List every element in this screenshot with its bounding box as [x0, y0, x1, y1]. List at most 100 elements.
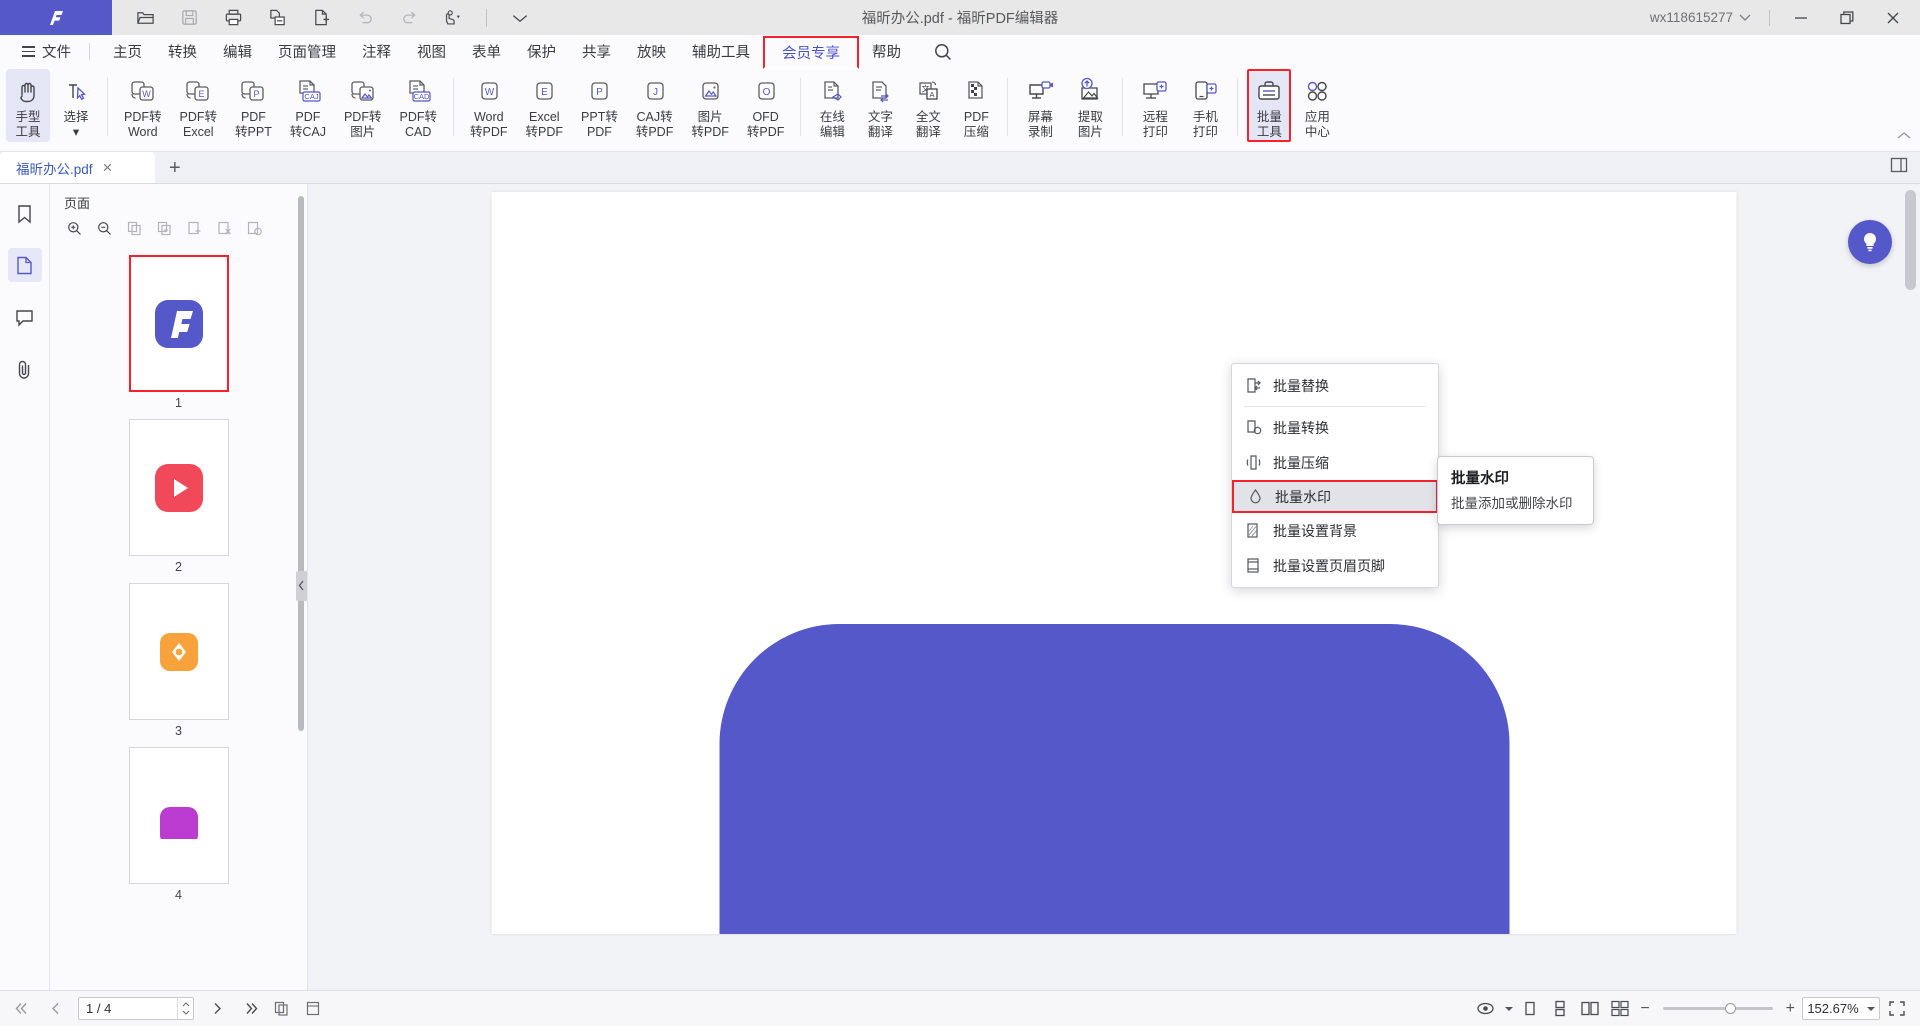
ribbon-button-excel-to-pdf[interactable]: E Excel 转PDF — [519, 69, 571, 142]
thumbnail-scrollbar[interactable] — [298, 196, 304, 731]
split-view-icon[interactable] — [1890, 156, 1920, 183]
close-button[interactable] — [1870, 0, 1916, 35]
menu-item-batch-header-footer[interactable]: 批量设置页眉页脚 — [1232, 548, 1438, 583]
ribbon-button-pdf-to-caj[interactable]: CAJ PDF 转CAJ — [283, 69, 333, 142]
ribbon-button-remote-print[interactable]: 远程 打印 — [1132, 69, 1178, 142]
print-icon[interactable] — [218, 4, 248, 32]
read-mode-icon[interactable] — [1472, 996, 1498, 1022]
copy-page-icon[interactable] — [122, 217, 147, 240]
thumbnail-image[interactable] — [129, 583, 229, 720]
save-icon[interactable] — [174, 4, 204, 32]
fit-width-icon[interactable] — [300, 996, 326, 1022]
zoom-in-button[interactable]: + — [1783, 1000, 1798, 1018]
ribbon-button-screen-record[interactable]: 屏幕 录制 — [1017, 69, 1063, 142]
fullscreen-icon[interactable] — [1884, 996, 1910, 1022]
ribbon-button-extract-image[interactable]: 提取 图片 — [1067, 69, 1113, 142]
tips-bulb-button[interactable] — [1848, 220, 1892, 264]
new-file-icon[interactable] — [306, 4, 336, 32]
menu-item-batch-watermark[interactable]: 批量水印 — [1232, 480, 1438, 513]
menu-item-vip[interactable]: 会员专享 — [763, 36, 859, 69]
viewer-scrollbar[interactable] — [1905, 190, 1916, 290]
page-number-input[interactable] — [79, 1001, 177, 1016]
collapse-panel-handle[interactable] — [296, 571, 307, 601]
ribbon-button-hand-tool[interactable]: 手型 工具 — [6, 69, 50, 142]
menu-item-assist-tools[interactable]: 辅助工具 — [679, 36, 763, 67]
menu-item-edit[interactable]: 编辑 — [210, 36, 265, 67]
ribbon-button-image-to-pdf[interactable]: 图片 转PDF — [684, 69, 736, 142]
fit-page-icon[interactable] — [268, 996, 294, 1022]
insert-page-icon[interactable] — [182, 217, 207, 240]
menu-item-view[interactable]: 视图 — [404, 36, 459, 67]
document-viewer[interactable] — [308, 184, 1920, 990]
ribbon-button-word-to-pdf[interactable]: W Word 转PDF — [463, 69, 515, 142]
ribbon-button-mobile-print[interactable]: 手机 打印 — [1182, 69, 1228, 142]
last-page-icon[interactable] — [236, 996, 262, 1022]
sidebar-item-comments[interactable] — [8, 300, 42, 334]
ribbon-button-full-translate[interactable]: 文A 全文 翻译 — [906, 69, 950, 142]
menu-item-page-manage[interactable]: 页面管理 — [265, 36, 349, 67]
new-tab-button[interactable]: + — [155, 157, 195, 183]
menu-item-batch-background[interactable]: 批量设置背景 — [1232, 513, 1438, 548]
ribbon-button-pdf-to-cad[interactable]: CAD PDF转 CAD — [392, 69, 444, 142]
sidebar-item-bookmark[interactable] — [8, 196, 42, 230]
duplicate-page-icon[interactable] — [152, 217, 177, 240]
next-page-icon[interactable] — [204, 996, 230, 1022]
extract-page-icon[interactable] — [242, 217, 267, 240]
menu-item-file[interactable]: 文件 — [14, 37, 79, 66]
continuous-scroll-icon[interactable] — [1547, 996, 1573, 1022]
redo-icon[interactable] — [394, 4, 424, 32]
zoom-level-display[interactable]: 152.67% — [1802, 997, 1880, 1020]
single-page-icon[interactable] — [1517, 996, 1543, 1022]
ribbon-button-online-edit[interactable]: 在线 编辑 — [810, 69, 854, 142]
first-page-icon[interactable] — [10, 996, 36, 1022]
menu-item-share[interactable]: 共享 — [569, 36, 624, 67]
ribbon-button-ppt-to-pdf[interactable]: P PPT转 PDF — [574, 69, 625, 142]
zoom-slider-track[interactable] — [1663, 1007, 1773, 1010]
page-canvas[interactable] — [492, 192, 1737, 934]
thumbnail-page-2[interactable]: 2 — [50, 419, 307, 574]
sidebar-item-attachments[interactable] — [8, 352, 42, 386]
page-number-box[interactable] — [78, 997, 194, 1020]
two-page-scroll-icon[interactable] — [1607, 996, 1633, 1022]
ribbon-button-batch-tools[interactable]: 批量 工具 — [1247, 69, 1291, 142]
zoom-slider-knob[interactable] — [1725, 1003, 1736, 1014]
zoom-out-thumb-icon[interactable] — [92, 217, 117, 240]
thumbnail-page-4[interactable]: 4 — [50, 747, 307, 902]
thumbnail-page-1[interactable]: 1 — [50, 255, 307, 410]
menu-item-batch-convert[interactable]: 批量转换 — [1232, 410, 1438, 445]
touch-mode-icon[interactable] — [438, 4, 468, 32]
sidebar-item-pages[interactable] — [8, 248, 42, 282]
menu-item-form[interactable]: 表单 — [459, 36, 514, 67]
thumbnail-image[interactable] — [129, 255, 229, 392]
ribbon-button-caj-to-pdf[interactable]: J CAJ转 转PDF — [629, 69, 681, 142]
account-menu[interactable]: wx118615277 — [1640, 10, 1761, 25]
menu-item-batch-compress[interactable]: 批量压缩 — [1232, 445, 1438, 480]
thumbnail-page-3[interactable]: 3 — [50, 583, 307, 738]
ribbon-button-pdf-compress[interactable]: PDF 压缩 — [954, 69, 998, 142]
chevron-down-icon[interactable] — [1505, 1007, 1513, 1011]
ribbon-button-select-tool[interactable]: 选择 ▾ — [54, 69, 98, 142]
maximize-button[interactable] — [1824, 0, 1870, 35]
ribbon-button-text-translate[interactable]: 文字 翻译 — [858, 69, 902, 142]
viewer-scroll-track[interactable] — [1907, 184, 1918, 990]
ribbon-button-pdf-to-word[interactable]: W PDF转 Word — [117, 69, 169, 142]
menu-item-comment[interactable]: 注释 — [349, 36, 404, 67]
search-icon[interactable] — [928, 37, 958, 67]
zoom-in-thumb-icon[interactable] — [62, 217, 87, 240]
collapse-ribbon-icon[interactable] — [1896, 129, 1912, 147]
thumbnail-image[interactable] — [129, 419, 229, 556]
zoom-slider[interactable] — [1663, 1007, 1773, 1010]
menu-item-protect[interactable]: 保护 — [514, 36, 569, 67]
menu-item-help[interactable]: 帮助 — [859, 36, 914, 67]
ribbon-button-ofd-to-pdf[interactable]: O OFD 转PDF — [740, 69, 792, 142]
ribbon-button-pdf-to-ppt[interactable]: P PDF 转PPT — [228, 69, 279, 142]
open-icon[interactable] — [130, 4, 160, 32]
customize-qat-icon[interactable] — [505, 4, 535, 32]
ribbon-button-pdf-to-excel[interactable]: E PDF转 Excel — [173, 69, 225, 142]
close-icon[interactable]: × — [103, 159, 113, 176]
two-page-icon[interactable] — [1577, 996, 1603, 1022]
prev-page-icon[interactable] — [42, 996, 68, 1022]
ribbon-button-pdf-to-image[interactable]: PDF转 图片 — [337, 69, 389, 142]
menu-item-batch-replace[interactable]: 批量替换 — [1232, 368, 1438, 403]
undo-icon[interactable] — [350, 4, 380, 32]
